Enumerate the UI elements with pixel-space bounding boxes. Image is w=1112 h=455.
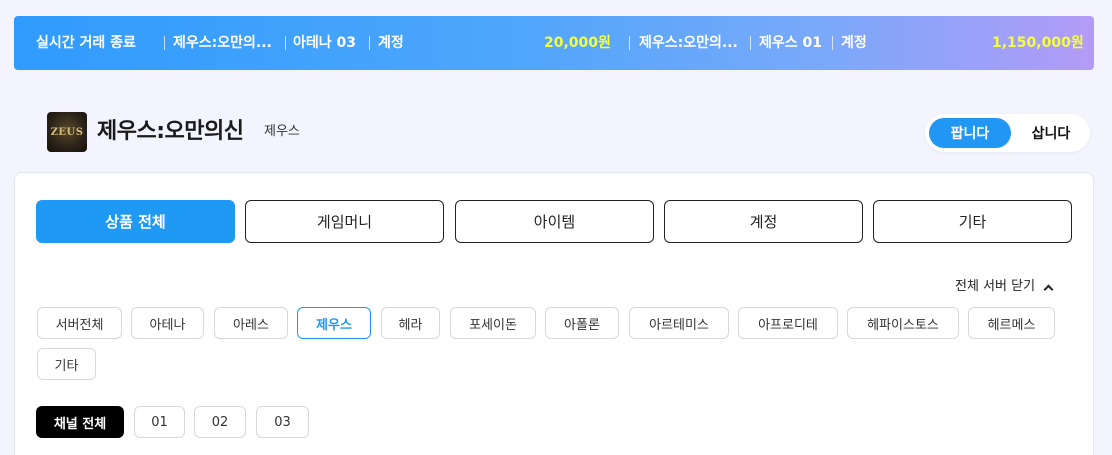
server-chip[interactable]: 헤파이스토스: [847, 307, 959, 339]
server-chip[interactable]: 헤르메스: [968, 307, 1055, 339]
ticker-divider: [285, 36, 286, 50]
server-chip[interactable]: 헤라: [381, 307, 440, 339]
sell-toggle-button[interactable]: 팝니다: [929, 118, 1011, 148]
ticker-divider: [832, 36, 833, 50]
collapse-servers-button[interactable]: 전체 서버 닫기: [955, 279, 1054, 295]
channel-chip[interactable]: 03: [256, 406, 309, 438]
logo-text: ZEUS: [50, 126, 84, 138]
category-tab-account[interactable]: 계정: [664, 200, 863, 243]
ticker-price: 1,150,000원: [992, 35, 1084, 51]
ticker-label: 실시간 거래 종료: [36, 35, 136, 51]
category-tab-item[interactable]: 아이템: [455, 200, 654, 243]
ticker-divider: [164, 36, 165, 50]
ticker-divider: [369, 36, 370, 50]
server-chip[interactable]: 제우스: [297, 307, 371, 339]
game-subtitle: 제우스: [264, 124, 300, 139]
ticker-server: 아테나 03: [293, 35, 356, 51]
channel-chip[interactable]: 채널 전체: [36, 406, 124, 438]
filter-panel: 상품 전체 게임머니 아이템 계정 기타 전체 서버 닫기 서버전체 아테나 아…: [14, 172, 1094, 455]
ticker-type: 계정: [841, 35, 867, 51]
buy-toggle-button[interactable]: 삽니다: [1017, 118, 1085, 148]
category-tab-all[interactable]: 상품 전체: [36, 200, 235, 243]
ticker-divider: [750, 36, 751, 50]
ticker-price: 20,000원: [544, 35, 611, 51]
collapse-servers-label: 전체 서버 닫기: [955, 279, 1036, 294]
server-chip[interactable]: 포세이돈: [450, 307, 536, 339]
server-chip[interactable]: 아레스: [214, 307, 288, 339]
server-chip[interactable]: 기타: [37, 348, 96, 380]
chevron-up-icon: [1043, 284, 1054, 294]
server-chip[interactable]: 서버전체: [37, 307, 122, 339]
ticker-divider: [629, 36, 630, 50]
ticker-server: 제우스 01: [759, 35, 822, 51]
zeus-logo-icon: ZEUS: [47, 112, 87, 152]
server-chip[interactable]: 아르테미스: [629, 307, 729, 339]
category-tab-game-money[interactable]: 게임머니: [245, 200, 444, 243]
ticker-game[interactable]: 제우스:오만의...: [173, 33, 272, 53]
category-tab-etc[interactable]: 기타: [873, 200, 1072, 243]
ticker-type: 계정: [378, 35, 404, 51]
live-trade-ticker: 실시간 거래 종료 제우스:오만의... 아테나 03 계정 20,000원 제…: [14, 16, 1094, 70]
server-chip[interactable]: 아테나: [131, 307, 204, 339]
channel-chip[interactable]: 02: [194, 406, 246, 438]
channel-chip[interactable]: 01: [134, 406, 185, 438]
page-title: 제우스:오만의신: [97, 119, 244, 144]
trade-type-toggle: 팝니다 삽니다: [925, 114, 1090, 152]
server-chip[interactable]: 아폴론: [545, 307, 619, 339]
server-chip[interactable]: 아프로디테: [738, 307, 838, 339]
ticker-game[interactable]: 제우스:오만의...: [639, 33, 738, 53]
